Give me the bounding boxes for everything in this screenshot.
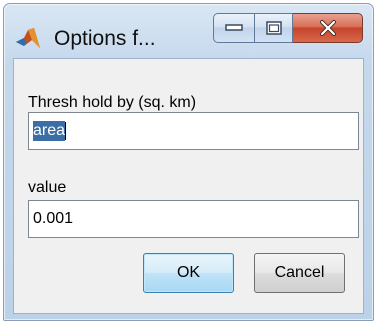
matlab-icon	[16, 28, 40, 48]
ok-button[interactable]: OK	[143, 253, 234, 293]
cancel-button[interactable]: Cancel	[254, 253, 345, 293]
close-button[interactable]	[293, 13, 363, 43]
threshold-field[interactable]: area	[28, 112, 359, 150]
value-field-text: 0.001	[33, 210, 74, 227]
title-bar[interactable]: Options f...	[4, 4, 373, 58]
text-caret	[65, 122, 67, 140]
maximize-icon	[265, 21, 282, 35]
threshold-field-text: area	[33, 121, 66, 141]
maximize-button[interactable]	[255, 13, 293, 43]
value-field[interactable]: 0.001	[28, 200, 359, 238]
close-icon	[319, 20, 336, 36]
window-title: Options f...	[54, 27, 156, 50]
caption-buttons	[213, 13, 363, 43]
minimize-button[interactable]	[213, 13, 255, 43]
threshold-label: Thresh hold by (sq. km)	[28, 94, 197, 111]
options-dialog: Options f... Thresh hold by (sq. km) are…	[3, 3, 374, 321]
value-label: value	[28, 179, 67, 196]
minimize-icon	[225, 24, 243, 31]
